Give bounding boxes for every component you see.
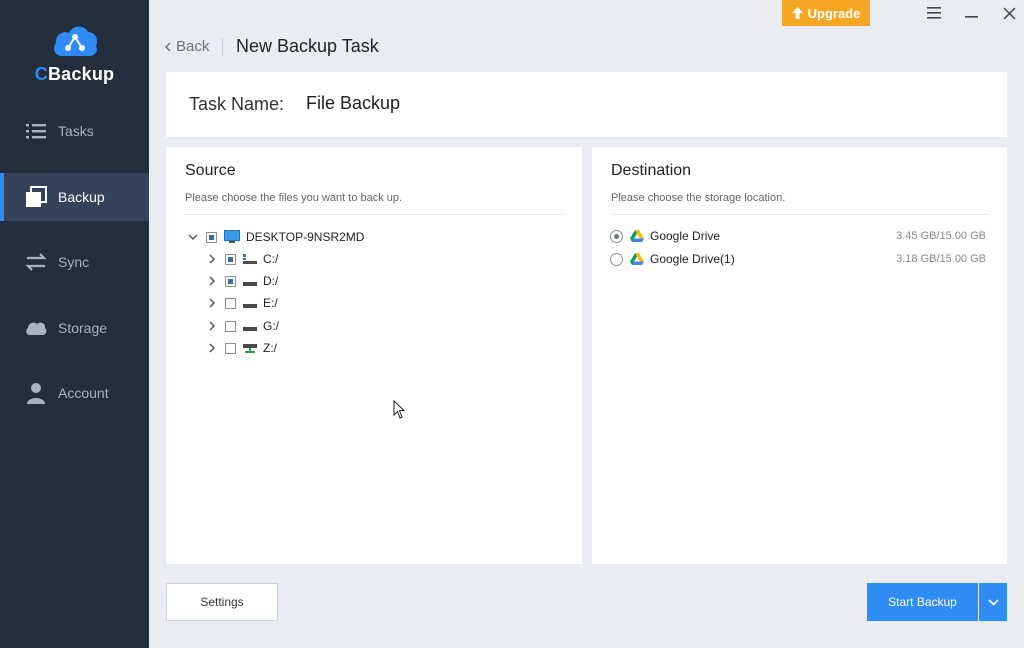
source-title: Source [185, 162, 236, 179]
chevron-right-icon[interactable] [207, 298, 217, 308]
upgrade-label: Upgrade [807, 5, 861, 21]
task-name-label: Task Name: [189, 94, 285, 114]
drive-checkbox[interactable] [225, 342, 236, 354]
app-logo: CBackup [0, 22, 149, 85]
sidebar: CBackup Tasks Backup Sync Storage Accoun… [0, 0, 149, 648]
start-backup-dropdown[interactable] [979, 583, 1007, 621]
destination-panel: Destination Please choose the storage lo… [592, 147, 1007, 564]
task-name-card: Task Name: File Backup [166, 72, 1007, 137]
drive-checkbox[interactable] [225, 320, 236, 332]
source-subtitle: Please choose the files you want to back… [185, 192, 403, 204]
drive-label: E:/ [263, 296, 278, 310]
upload-arrow-icon [791, 7, 803, 19]
backup-icon [26, 186, 47, 207]
tree-row-drive[interactable]: E:/ [207, 293, 278, 313]
chevron-down-icon[interactable] [188, 232, 198, 242]
cloud-icon [26, 322, 47, 335]
network-drive-icon [243, 344, 257, 353]
destination-title: Destination [611, 162, 692, 179]
sidebar-item-label: Backup [58, 189, 105, 205]
destination-radio[interactable] [610, 252, 623, 266]
back-label: Back [176, 38, 210, 55]
destination-item[interactable]: Google Drive 3.45 GB/15.00 GB [610, 226, 986, 246]
drive-icon [243, 327, 257, 331]
root-checkbox[interactable] [206, 231, 217, 243]
tree-root-row[interactable]: DESKTOP-9NSR2MD [188, 227, 364, 247]
sidebar-item-storage[interactable]: Storage [0, 304, 149, 352]
source-divider [185, 214, 563, 215]
user-icon [27, 383, 45, 404]
page-title: New Backup Task [236, 36, 379, 56]
cbackup-logo-icon [53, 26, 97, 56]
chevron-left-icon [164, 41, 171, 52]
sidebar-item-sync[interactable]: Sync [0, 238, 149, 286]
chevron-right-icon[interactable] [207, 254, 217, 264]
sync-icon [25, 253, 47, 271]
sidebar-item-label: Storage [58, 320, 108, 336]
start-backup-button[interactable]: Start Backup [867, 583, 978, 621]
start-backup-label: Start Backup [888, 595, 957, 609]
close-button[interactable] [997, 3, 1021, 23]
destination-item[interactable]: Google Drive(1) 3.18 GB/15.00 GB [610, 249, 986, 269]
google-drive-icon [630, 252, 644, 265]
drive-label: Z:/ [263, 341, 277, 355]
sidebar-item-label: Account [58, 385, 109, 401]
drive-icon [243, 304, 257, 308]
tree-row-drive[interactable]: C:/ [207, 249, 278, 269]
sidebar-item-label: Sync [58, 254, 90, 270]
system-drive-icon [243, 254, 257, 264]
close-icon [1002, 6, 1016, 20]
root-label: DESKTOP-9NSR2MD [246, 230, 365, 244]
drive-checkbox[interactable] [225, 275, 236, 287]
list-icon [26, 124, 46, 139]
google-drive-icon [630, 229, 644, 242]
destination-label: Google Drive(1) [650, 252, 735, 266]
sidebar-item-tasks[interactable]: Tasks [0, 107, 149, 155]
settings-button[interactable]: Settings [166, 583, 278, 621]
drive-label: G:/ [263, 319, 280, 333]
tree-row-drive[interactable]: Z:/ [207, 338, 277, 358]
settings-label: Settings [200, 595, 244, 609]
destination-size: 3.18 GB/15.00 GB [896, 253, 986, 265]
destination-divider [611, 214, 988, 215]
chevron-right-icon[interactable] [207, 276, 217, 286]
chevron-right-icon[interactable] [207, 321, 217, 331]
drive-icon [243, 282, 257, 286]
chevron-down-icon [987, 598, 999, 606]
source-panel: Source Please choose the files you want … [166, 147, 582, 564]
drive-label: D:/ [263, 274, 279, 288]
menu-button[interactable] [922, 3, 946, 23]
minimize-button[interactable] [960, 3, 984, 23]
upgrade-button[interactable]: Upgrade [782, 0, 870, 26]
app-name: CBackup [34, 64, 115, 84]
chevron-right-icon[interactable] [207, 343, 217, 353]
hamburger-icon [927, 7, 941, 19]
drive-checkbox[interactable] [225, 253, 236, 265]
destination-subtitle: Please choose the storage location. [611, 192, 786, 204]
title-divider [222, 38, 223, 56]
sidebar-item-account[interactable]: Account [0, 369, 149, 417]
mouse-cursor-icon [393, 400, 406, 419]
task-name-field[interactable]: File Backup [306, 93, 400, 114]
computer-icon [224, 230, 240, 243]
destination-label: Google Drive [650, 229, 721, 243]
destination-size: 3.45 GB/15.00 GB [896, 230, 986, 242]
destination-radio[interactable] [610, 229, 623, 243]
minimize-icon [965, 16, 978, 18]
drive-label: C:/ [263, 252, 279, 266]
drive-checkbox[interactable] [225, 297, 236, 309]
sidebar-item-backup[interactable]: Backup [0, 173, 149, 221]
tree-row-drive[interactable]: D:/ [207, 271, 278, 291]
sidebar-item-label: Tasks [58, 123, 94, 139]
back-button[interactable]: Back [164, 38, 209, 55]
tree-row-drive[interactable]: G:/ [207, 316, 279, 336]
